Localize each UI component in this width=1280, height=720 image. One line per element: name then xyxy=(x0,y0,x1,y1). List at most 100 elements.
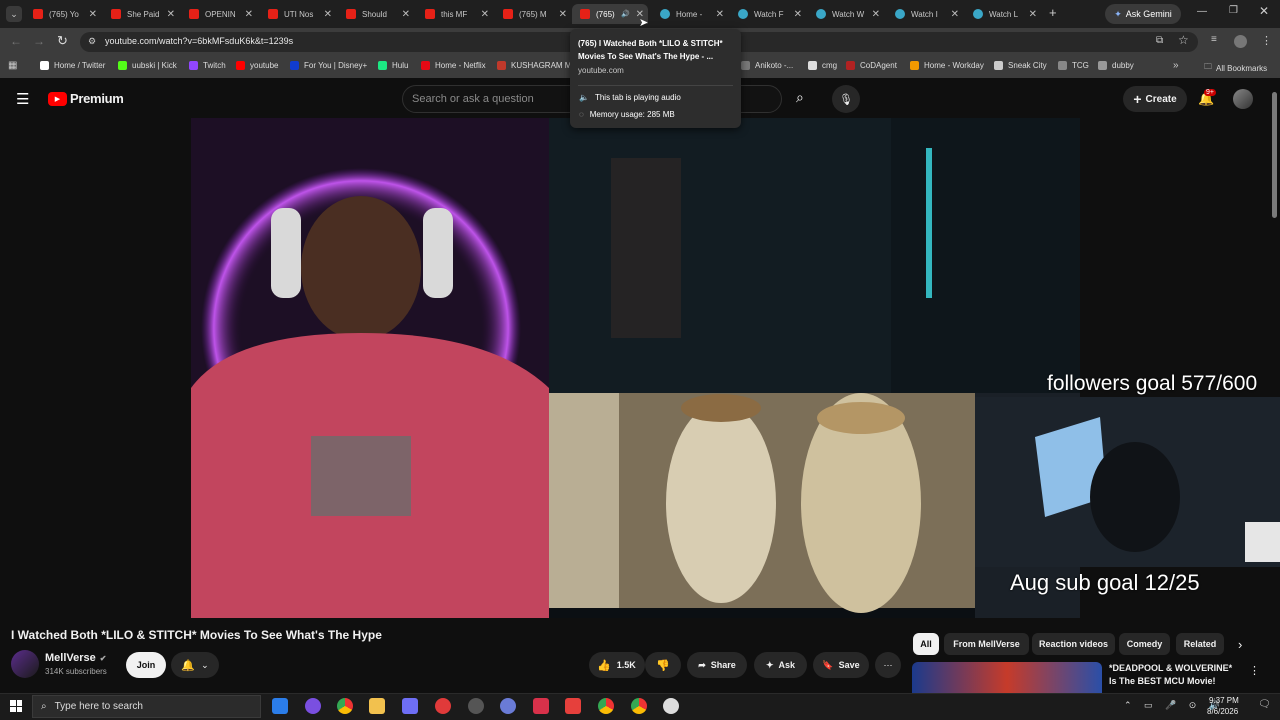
close-tab-icon[interactable]: ✕ xyxy=(245,9,253,20)
bookmark-item[interactable]: Sneak City xyxy=(994,61,1047,70)
close-tab-icon[interactable]: ✕ xyxy=(716,9,724,20)
bookmarks-overflow-icon[interactable]: » xyxy=(1173,60,1179,71)
browser-tab[interactable]: Home - ✕ xyxy=(652,4,728,24)
join-button[interactable]: Join xyxy=(126,652,166,678)
taskbar-chrome-icon[interactable] xyxy=(337,698,353,714)
close-tab-icon[interactable]: ✕ xyxy=(794,9,802,20)
hamburger-menu-icon[interactable]: ☰ xyxy=(16,90,29,108)
bookmark-item[interactable]: cmg xyxy=(808,61,837,70)
filter-chip[interactable]: Reaction videos xyxy=(1032,633,1115,655)
create-button[interactable]: + Create xyxy=(1123,86,1187,112)
ask-button[interactable]: ✦ Ask xyxy=(754,652,807,678)
minimize-button[interactable]: — xyxy=(1197,6,1207,17)
taskbar-app-2[interactable] xyxy=(305,698,321,714)
taskbar-chrome-2-icon[interactable] xyxy=(598,698,614,714)
page-scrollbar[interactable] xyxy=(1272,92,1277,218)
back-button[interactable]: ← xyxy=(10,34,22,48)
taskbar-app-7[interactable] xyxy=(468,698,484,714)
tab-audio-icon[interactable]: 🔊 xyxy=(621,10,630,18)
ask-gemini-button[interactable]: ✦ Ask Gemini xyxy=(1105,4,1181,24)
taskbar-app-8[interactable] xyxy=(500,698,516,714)
filter-chip[interactable]: Comedy xyxy=(1119,633,1170,655)
filter-chip[interactable]: All xyxy=(913,633,939,655)
notification-center-icon[interactable]: 🗨 xyxy=(1258,699,1271,710)
youtube-logo[interactable]: ▶ Premium xyxy=(48,91,124,106)
browser-menu-icon[interactable]: ⋮ xyxy=(1261,34,1272,47)
recommended-thumbnail[interactable] xyxy=(912,662,1102,693)
share-button[interactable]: ➦ Share xyxy=(687,652,747,678)
bookmark-item[interactable]: Home / Twitter xyxy=(40,61,105,70)
search-input[interactable]: Search or ask a question xyxy=(412,93,534,105)
close-tab-icon[interactable]: ✕ xyxy=(1029,9,1037,20)
close-tab-icon[interactable]: ✕ xyxy=(481,9,489,20)
channel-avatar[interactable] xyxy=(11,650,39,678)
browser-tab[interactable]: (765) Yo ✕ xyxy=(25,4,101,24)
bookmark-item[interactable]: CoDAgent xyxy=(846,61,897,70)
close-tab-icon[interactable]: ✕ xyxy=(951,9,959,20)
voice-search-button[interactable]: 🎙 xyxy=(832,85,860,113)
browser-tab[interactable]: Watch I ✕ xyxy=(887,4,963,24)
tab-search-button[interactable]: ⌄ xyxy=(6,6,22,22)
close-window-button[interactable]: ✕ xyxy=(1259,4,1269,18)
search-icon[interactable]: ⌕ xyxy=(796,89,816,109)
taskbar-clock-app-icon[interactable] xyxy=(663,698,679,714)
filter-chip[interactable]: From MellVerse xyxy=(944,633,1029,655)
bookmark-item[interactable]: youtube xyxy=(236,61,278,70)
restore-button[interactable]: ❐ xyxy=(1229,5,1238,16)
recommended-menu-icon[interactable]: ⋮ xyxy=(1249,664,1260,677)
recommended-title[interactable]: *DEADPOOL & WOLVERINE* Is The BEST MCU M… xyxy=(1109,662,1239,688)
bookmark-item[interactable]: Home - Netflix xyxy=(421,61,486,70)
chips-next-arrow[interactable]: › xyxy=(1238,637,1242,652)
install-app-icon[interactable]: ⧉ xyxy=(1156,35,1163,46)
windows-start-icon[interactable] xyxy=(10,700,22,712)
bookmark-item[interactable]: Hulu xyxy=(378,61,408,70)
browser-tab[interactable]: Watch F ✕ xyxy=(730,4,806,24)
close-tab-icon[interactable]: ✕ xyxy=(167,9,175,20)
more-actions-button[interactable]: ⋯ xyxy=(875,652,901,678)
account-avatar[interactable] xyxy=(1233,89,1253,109)
dislike-button[interactable]: 👎 xyxy=(645,652,681,678)
profile-avatar[interactable] xyxy=(1234,35,1247,48)
close-tab-icon[interactable]: ✕ xyxy=(89,9,97,20)
taskbar-app-5[interactable] xyxy=(402,698,418,714)
video-player[interactable] xyxy=(191,118,1080,618)
channel-name[interactable]: MellVerse ✔ xyxy=(45,652,106,664)
bookmark-item[interactable]: KUSHAGRAM M xyxy=(497,61,571,70)
taskbar-chrome-3-icon[interactable] xyxy=(631,698,647,714)
browser-tab[interactable]: Should ✕ xyxy=(338,4,414,24)
reload-button[interactable]: ↻ xyxy=(57,33,68,49)
browser-tab[interactable]: (765) 🔊 ✕ xyxy=(572,4,648,24)
new-tab-button[interactable]: + xyxy=(1049,5,1057,20)
bookmark-star-icon[interactable]: ☆ xyxy=(1178,33,1189,47)
bookmark-item[interactable]: dubby xyxy=(1098,61,1134,70)
bookmark-item[interactable]: Anikoto -... xyxy=(741,61,793,70)
bookmark-item[interactable]: uubski | Kick xyxy=(118,61,177,70)
close-tab-icon[interactable]: ✕ xyxy=(559,9,567,20)
forward-button[interactable]: → xyxy=(33,34,45,48)
media-control-icon[interactable]: ≡ xyxy=(1211,34,1217,45)
bookmark-item[interactable]: Twitch xyxy=(189,61,226,70)
taskbar-app-10[interactable] xyxy=(565,698,581,714)
taskbar-app-6[interactable] xyxy=(435,698,451,714)
bookmark-item[interactable]: TCG xyxy=(1058,61,1089,70)
taskbar-folder-icon[interactable] xyxy=(369,698,385,714)
browser-tab[interactable]: this MF ✕ xyxy=(417,4,493,24)
browser-tab[interactable]: OPENIN ✕ xyxy=(181,4,257,24)
close-tab-icon[interactable]: ✕ xyxy=(872,9,880,20)
site-info-icon[interactable]: ⚙ xyxy=(88,36,96,47)
taskbar-time[interactable]: 9:37 PM xyxy=(1209,696,1239,705)
bookmark-item[interactable]: Home - Workday xyxy=(910,61,984,70)
browser-tab[interactable]: UTI Nos ✕ xyxy=(260,4,336,24)
taskbar-app-9[interactable] xyxy=(533,698,549,714)
url-text[interactable]: youtube.com/watch?v=6bkMFsduK6k&t=1239s xyxy=(105,36,293,46)
subscribed-button[interactable]: 🔔 ⌄ xyxy=(171,652,219,678)
save-button[interactable]: 🔖 Save xyxy=(813,652,869,678)
close-tab-icon[interactable]: ✕ xyxy=(324,9,332,20)
taskbar-app-1[interactable] xyxy=(272,698,288,714)
like-button[interactable]: 👍 1.5K xyxy=(589,652,645,678)
browser-tab[interactable]: She Paid ✕ xyxy=(103,4,179,24)
filter-chip[interactable]: Related xyxy=(1176,633,1224,655)
apps-grid-icon[interactable]: ▦ xyxy=(8,60,17,71)
taskbar-date[interactable]: 8/6/2026 xyxy=(1207,707,1238,716)
browser-tab[interactable]: (765) M ✕ xyxy=(495,4,571,24)
